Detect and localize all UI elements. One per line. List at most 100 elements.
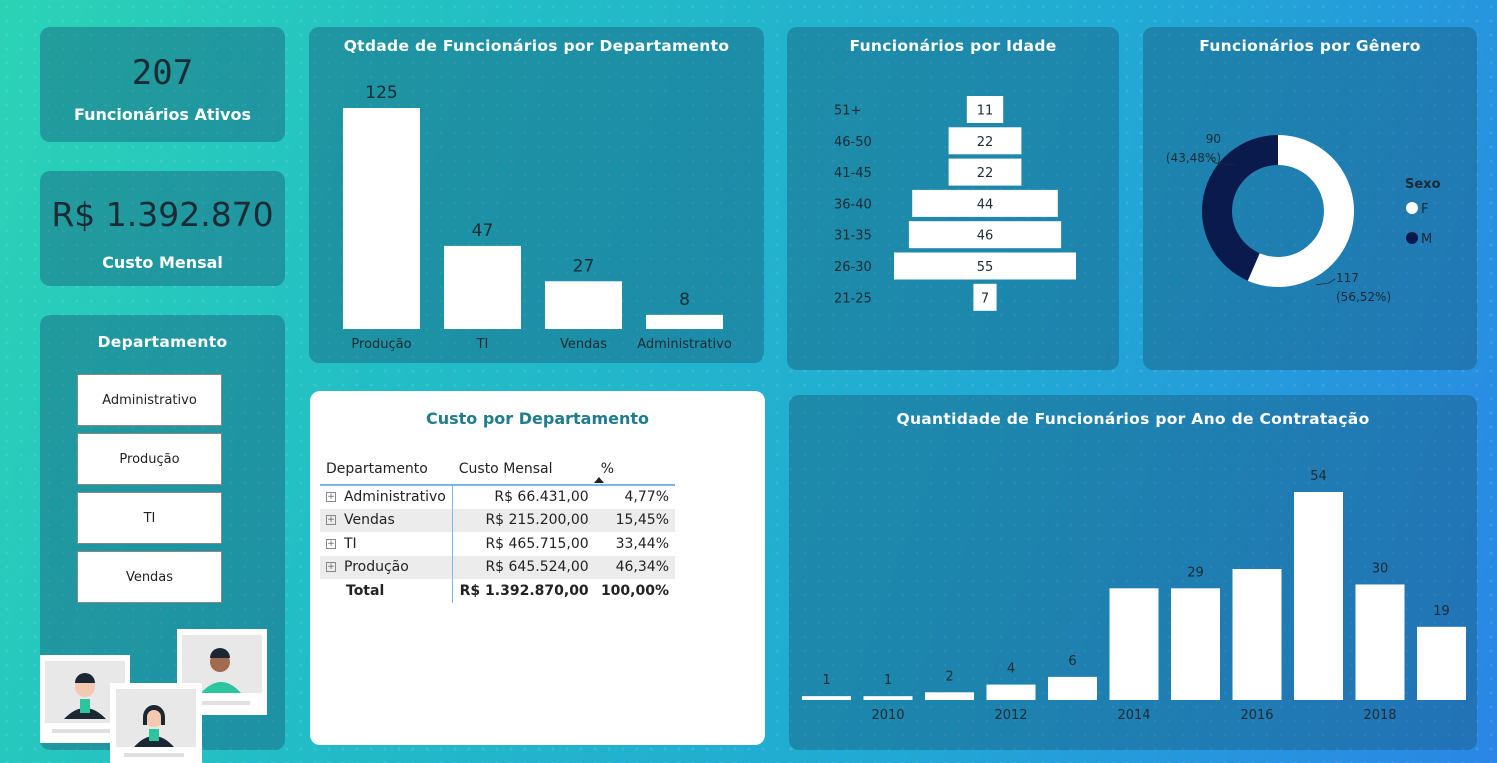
table-row: + Vendas R$ 215.200,00 15,45% — [320, 508, 675, 532]
header-departamento[interactable]: Departamento — [320, 453, 453, 486]
row-dept: Administrativo — [344, 489, 446, 506]
year-chart-card: Quantidade de Funcionários por Ano de Co… — [789, 395, 1477, 750]
age-bar-value: 22 — [977, 166, 994, 181]
age-bar-value: 44 — [977, 197, 994, 212]
slicer-item-vendas[interactable]: Vendas — [77, 551, 222, 603]
people-illustration — [40, 629, 267, 763]
row-pct: 4,77% — [594, 485, 675, 509]
row-dept-cell: + TI — [320, 532, 454, 556]
total-cost: R$ 1.392.870,00 — [452, 579, 595, 603]
dept-chart-card: Qtdade de Funcionários por Departamento … — [309, 27, 764, 363]
row-dept: Vendas — [344, 512, 395, 529]
leader-line-f — [1315, 278, 1336, 286]
table-row: + TI R$ 465.715,00 33,44% — [320, 532, 675, 556]
slicer-item-administrativo[interactable]: Administrativo — [77, 374, 222, 426]
year-bar-value: 6 — [1068, 654, 1076, 669]
header-percent[interactable]: % — [594, 453, 675, 486]
donut-label-m-pct: (43,48%) — [1166, 151, 1221, 165]
profile-card-center-icon — [110, 683, 202, 763]
expand-icon[interactable]: + — [326, 492, 336, 503]
dept-bar-value: 27 — [573, 256, 595, 276]
table-row: + Produção R$ 645.524,00 46,34% — [320, 555, 675, 579]
expand-icon[interactable]: + — [326, 562, 336, 573]
dept-bar[interactable] — [444, 245, 521, 329]
age-category-label: 36-40 — [834, 197, 872, 212]
row-dept: TI — [344, 535, 357, 552]
donut-label-f-pct: (56,52%) — [1336, 290, 1391, 304]
row-dept-cell: + Produção — [320, 555, 454, 579]
donut-label-m-value: 90 — [1206, 132, 1221, 146]
row-cost: R$ 645.524,00 — [452, 555, 595, 579]
kpi-active-value: 207 — [131, 53, 194, 93]
age-bar-value: 22 — [977, 135, 994, 150]
dept-category-label: Administrativo — [637, 337, 732, 352]
dept-bar[interactable] — [545, 281, 622, 329]
year-bar[interactable] — [1232, 569, 1282, 700]
row-cost: R$ 465.715,00 — [452, 532, 595, 556]
dept-category-label: TI — [476, 337, 489, 352]
year-bar-value: 29 — [1187, 565, 1204, 580]
kpi-cost-card: R$ 1.392.870 Custo Mensal — [40, 171, 285, 286]
year-bar[interactable] — [1048, 676, 1097, 700]
total-label: Total — [320, 579, 454, 603]
dept-category-label: Produção — [351, 337, 411, 352]
year-tick-label: 2012 — [994, 708, 1027, 723]
age-bar-value: 55 — [977, 260, 994, 275]
row-dept: Produção — [344, 559, 409, 576]
year-bar[interactable] — [1109, 588, 1159, 700]
year-tick-label: 2010 — [871, 708, 904, 723]
slicer-item-ti[interactable]: TI — [77, 492, 222, 544]
year-bar-value: 54 — [1310, 469, 1327, 484]
age-chart-card: Funcionários por Idade 11 51+ 22 46-50 22 41-… — [787, 27, 1119, 370]
cost-table-title: Custo por Departamento — [425, 409, 650, 428]
year-bar[interactable] — [1294, 492, 1343, 700]
row-pct: 15,45% — [594, 508, 675, 532]
legend-label-m[interactable]: M — [1421, 232, 1432, 247]
expand-icon[interactable]: + — [326, 538, 336, 549]
slicer-item-producao[interactable]: Produção — [77, 433, 222, 485]
table-header-row: Departamento Custo Mensal % — [320, 453, 675, 486]
gender-chart-card: Funcionários por Gênero 117 (56,52%) 90 (43… — [1143, 27, 1477, 370]
age-category-label: 31-35 — [834, 229, 872, 244]
total-pct: 100,00% — [594, 579, 675, 603]
legend-title: Sexo — [1405, 177, 1441, 192]
year-bar[interactable] — [1417, 626, 1466, 700]
year-bar-chart: 1 1 2010 2 4 2012 6 2014 29 2016 54 30 2018 19 — [802, 469, 1466, 723]
dept-bar[interactable] — [646, 314, 723, 329]
row-cost: R$ 66.431,00 — [452, 485, 595, 509]
year-bar[interactable] — [863, 696, 913, 700]
slicer-title: Departamento — [97, 333, 228, 351]
year-bar[interactable] — [986, 684, 1036, 700]
year-bar[interactable] — [1355, 584, 1405, 700]
age-bar-value: 7 — [981, 291, 989, 306]
age-category-label: 21-25 — [834, 291, 872, 306]
kpi-cost-label: Custo Mensal — [102, 253, 223, 272]
legend-label-f[interactable]: F — [1421, 202, 1428, 217]
cost-table: Departamento Custo Mensal % + Administrat… — [320, 453, 675, 603]
year-bar-value: 1 — [884, 673, 892, 688]
age-bar-value: 46 — [977, 229, 994, 244]
dept-bar-value: 125 — [365, 83, 397, 103]
expand-icon[interactable]: + — [326, 515, 336, 526]
header-custo-mensal[interactable]: Custo Mensal — [452, 453, 595, 486]
age-category-label: 41-45 — [834, 166, 872, 181]
year-bar-value: 30 — [1372, 561, 1389, 576]
dept-bar-value: 8 — [679, 290, 690, 310]
row-pct: 46,34% — [594, 555, 675, 579]
year-tick-label: 2016 — [1240, 708, 1273, 723]
gender-donut-chart: 117 (56,52%) 90 (43,48%) Sexo FM — [1166, 132, 1441, 304]
year-bar[interactable] — [802, 696, 851, 700]
dept-bar-value: 47 — [472, 221, 494, 241]
table-row: + Administrativo R$ 66.431,00 4,77% — [320, 485, 675, 509]
table-total-row: Total R$ 1.392.870,00 100,00% — [320, 579, 675, 603]
row-dept-cell: + Vendas — [320, 508, 454, 532]
year-bar[interactable] — [1171, 588, 1220, 700]
row-cost: R$ 215.200,00 — [452, 508, 595, 532]
kpi-active-label: Funcionários Ativos — [74, 105, 251, 124]
dept-bar[interactable] — [343, 108, 420, 329]
age-category-label: 46-50 — [834, 135, 872, 150]
legend-marker-f[interactable] — [1406, 202, 1418, 214]
year-bar-value: 4 — [1007, 662, 1015, 677]
year-bar[interactable] — [925, 692, 974, 700]
legend-marker-m[interactable] — [1406, 232, 1418, 244]
